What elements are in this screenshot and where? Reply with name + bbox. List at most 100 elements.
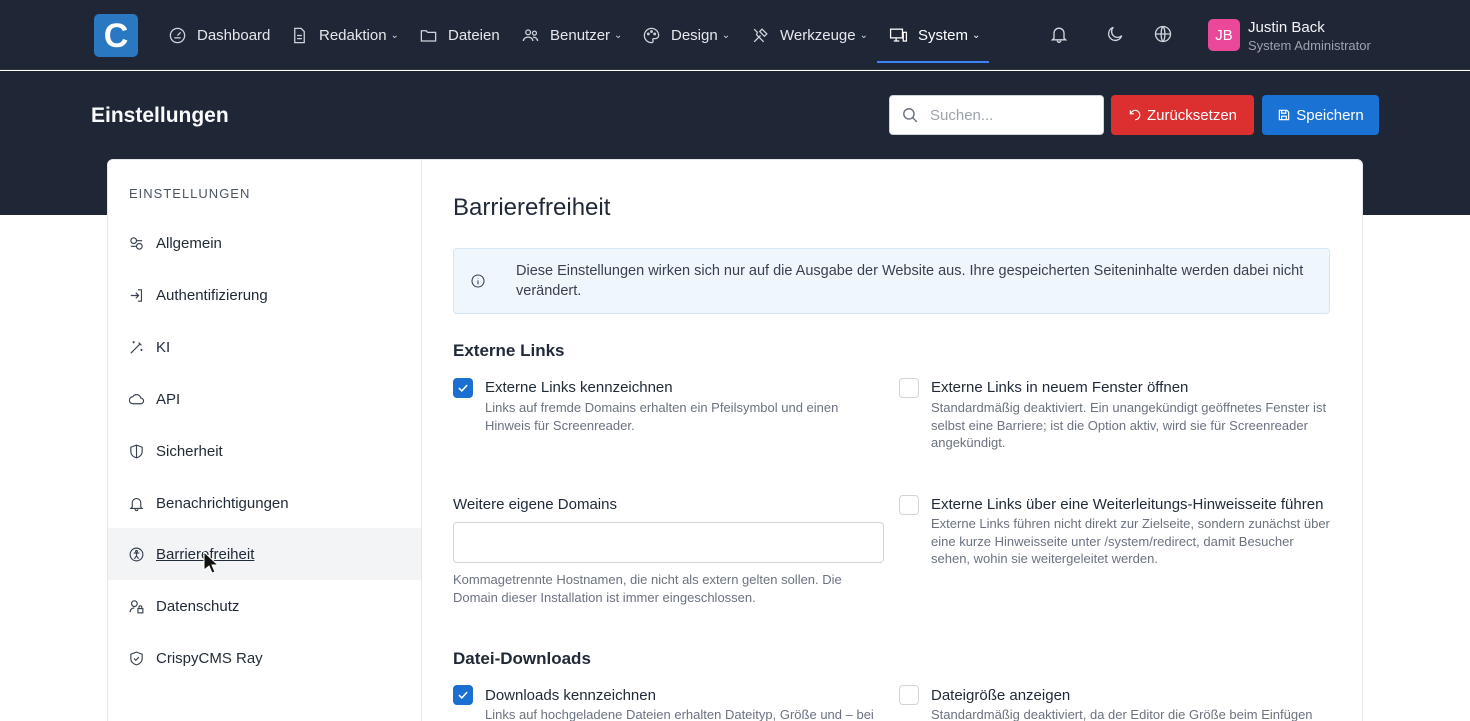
chevron-down-icon: ⌄ [390,29,399,41]
info-alert: Diese Einstellungen wirken sich nur auf … [453,248,1330,314]
mouse-cursor-icon [203,551,219,574]
reset-button[interactable]: Zurücksetzen [1111,95,1254,135]
bell-icon [129,497,144,511]
nav-label: Dateien [448,26,500,44]
save-icon [1278,109,1290,121]
search-icon [903,108,918,123]
nav-redaktion[interactable]: Redaktion ⌄ [290,0,399,70]
chevron-down-icon: ⌄ [859,29,868,41]
sidebar-item-datenschutz[interactable]: Datenschutz [108,580,421,632]
redirect-page-checkbox[interactable] [899,495,919,515]
nav-werkzeuge[interactable]: Werkzeuge ⌄ [751,0,868,70]
logo-letter: C [103,16,129,55]
user-name[interactable]: Justin Back [1248,19,1325,36]
tools-icon [753,27,768,42]
page-title: Einstellungen [91,104,229,127]
redirect-page-label[interactable]: Externe Links über eine Weiterleitungs-H… [931,496,1323,513]
notifications-button[interactable] [1049,24,1071,46]
accessibility-icon [129,547,144,561]
own-domains-help: Kommagetrennte Hostnamen, die nicht als … [453,572,842,605]
section-heading-downloads: Datei-Downloads [453,649,591,668]
search-box[interactable] [889,95,1104,135]
redirect-page-desc: Externe Links führen nicht direkt zur Zi… [931,516,1330,566]
brand-logo[interactable]: C [94,14,138,57]
sidebar-item-label: API [156,390,181,408]
nav-label: System [918,26,969,44]
language-button[interactable] [1153,24,1175,46]
folder-icon [420,29,437,42]
magic-wand-icon [130,340,143,354]
users-icon [522,28,539,41]
open-new-window-checkbox[interactable] [899,378,919,398]
avatar[interactable]: JB [1208,19,1240,51]
reset-label: Zurücksetzen [1146,106,1238,124]
chevron-down-icon: ⌄ [721,29,731,41]
user-lock-icon [129,599,144,613]
open-new-window-label[interactable]: Externe Links in neuem Fenster öffnen [931,379,1188,396]
chevron-down-icon: ⌄ [972,29,981,41]
nav-dateien[interactable]: Dateien [419,0,500,70]
checkmark-icon [458,691,468,700]
palette-icon [643,27,660,43]
shield-check-icon [130,651,143,665]
settings-toggle-icon [130,236,143,250]
shield-icon [130,444,143,458]
search-input[interactable] [930,96,1100,134]
own-domains-input[interactable] [453,522,884,563]
sidebar-item-crispycms-ray[interactable]: CrispyCMS Ray [108,632,421,684]
nav-label: Dashboard [197,26,271,44]
sidebar-item-label: Authentifizierung [156,286,268,304]
sidebar-item-sicherheit[interactable]: Sicherheit [108,425,421,477]
mark-external-links-desc: Links auf fremde Domains erhalten ein Pf… [485,400,839,433]
devices-icon [889,28,908,42]
login-icon [130,288,143,302]
nav-benutzer[interactable]: Benutzer ⌄ [521,0,622,70]
own-domains-label: Weitere eigene Domains [453,496,617,513]
sidebar-item-barrierefreiheit[interactable]: Barrierefreiheit [108,528,421,580]
sidebar-item-label: Allgemein [156,234,222,252]
sidebar-item-ki[interactable]: KI [108,321,421,373]
document-icon [294,27,305,43]
sidebar-item-authentifizierung[interactable]: Authentifizierung [108,269,421,321]
mark-downloads-checkbox[interactable] [453,685,473,705]
globe-icon [1154,25,1172,43]
nav-dashboard[interactable]: Dashboard [168,0,270,70]
sidebar-item-api[interactable]: API [108,373,421,425]
nav-label: Werkzeuge [780,26,856,44]
user-role: System Administrator [1248,38,1371,53]
mark-downloads-desc: Links auf hochgeladene Dateien erhalten … [485,707,874,721]
section-heading-external-links: Externe Links [453,341,565,360]
open-new-window-desc: Standardmäßig deaktiviert. Ein unangekün… [931,400,1327,450]
gauge-icon [169,27,186,43]
section-page-title: Barrierefreiheit [453,194,611,221]
show-file-size-label[interactable]: Dateigröße anzeigen [931,687,1070,704]
chevron-down-icon: ⌄ [614,29,623,41]
save-label: Speichern [1296,106,1364,124]
bell-icon [1050,27,1068,43]
nav-label: Redaktion [319,26,387,44]
sidebar-item-label: Datenschutz [156,597,240,615]
nav-label: Design [671,26,718,44]
theme-toggle-button[interactable] [1105,24,1127,46]
undo-icon [1129,109,1141,121]
info-text: Diese Einstellungen wirken sich nur auf … [516,263,1304,299]
sidebar-item-label: Sicherheit [156,442,223,460]
nav-system[interactable]: System ⌄ [889,0,980,70]
top-navbar: C Dashboard Redaktion ⌄ Dateien Benutzer ⌄… [0,0,1470,70]
checkmark-icon [458,384,468,393]
mark-external-links-checkbox[interactable] [453,378,473,398]
mark-downloads-label[interactable]: Downloads kennzeichnen [485,687,656,704]
cloud-icon [128,393,145,404]
info-icon [471,274,485,288]
sidebar-item-label: KI [156,338,171,356]
save-button[interactable]: Speichern [1262,95,1379,135]
sidebar-item-benachrichtigungen[interactable]: Benachrichtigungen [108,477,421,529]
sidebar-item-label: Benachrichtigungen [156,494,289,512]
mark-external-links-label[interactable]: Externe Links kennzeichnen [485,379,673,396]
settings-sidebar: EINSTELLUNGEN Allgemein Authentifizierun… [108,160,422,721]
show-file-size-checkbox[interactable] [899,685,919,705]
sidebar-heading: EINSTELLUNGEN [129,186,251,201]
sidebar-item-allgemein[interactable]: Allgemein [108,217,421,269]
moon-icon [1107,26,1123,42]
nav-design[interactable]: Design ⌄ [642,0,730,70]
